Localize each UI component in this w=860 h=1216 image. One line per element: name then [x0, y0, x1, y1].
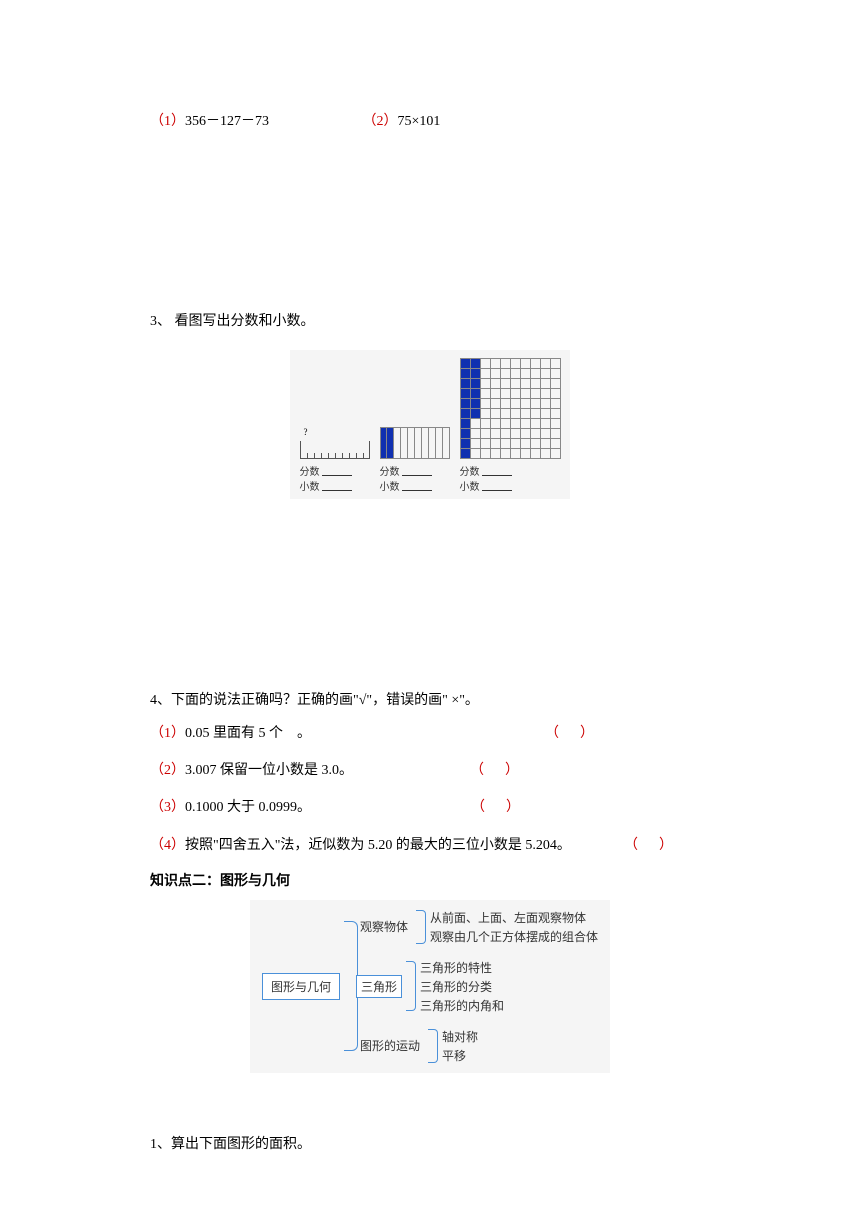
branch-observe: 观察物体 从前面、上面、左面观察物体 观察由几个正方体摆成的组合体 [348, 908, 598, 946]
q4-4-text: 按照"四舍五入"法，近似数为 5.20 的最大的三位小数是 5.204。 [185, 838, 571, 853]
hundreds-grid [460, 358, 561, 459]
leaf: 从前面、上面、左面观察物体 [430, 908, 598, 927]
branch-label: 三角形 [356, 975, 402, 998]
prob1-label: （1） [150, 114, 185, 129]
blank-line [482, 466, 512, 476]
q3-title: 3、 看图写出分数和小数。 [150, 310, 710, 330]
sub-bracket [428, 1029, 438, 1063]
blank-line [482, 481, 512, 491]
q4-item-3: （3）0.1000 大于 0.0999。 （ ） [150, 795, 710, 820]
heading-knowledge-2: 知识点二：图形与几何 [150, 870, 710, 890]
q4-title: 4、下面的说法正确吗？正确的画"√"，错误的画" ×"。 [150, 689, 710, 709]
q4-1-text-a: 0.05 里面有 5 个 [185, 726, 283, 741]
page-content: （1）356－127－73 （2）75×101 3、 看图写出分数和小数。 ? [0, 0, 860, 1153]
panel-labels: 分数 小数 [460, 463, 512, 493]
q4-2-label: （2） [150, 763, 185, 778]
answer-paren: （ ） [471, 795, 520, 820]
ruler-question-mark: ? [304, 427, 308, 437]
problem-2: （2）75×101 [363, 110, 441, 130]
ruler-graphic: ? [300, 427, 370, 459]
panel-labels: 分数 小数 [380, 463, 432, 493]
blank-line [402, 481, 432, 491]
q3-panel-ruler: ? [300, 399, 370, 493]
q3-panel-tenths: 分数 小数 [380, 399, 450, 493]
decimal-label: 小数 [460, 478, 480, 493]
prob2-expression: 75×101 [398, 114, 441, 129]
branch-label: 观察物体 [356, 916, 412, 937]
q3-image: ? [290, 350, 570, 499]
prob2-label: （2） [363, 114, 398, 129]
fraction-label: 分数 [380, 463, 400, 478]
q3-panel-hundreds: 分数 小数 [460, 358, 561, 493]
q4-3-label: （3） [150, 800, 185, 815]
tenths-grid [380, 427, 450, 459]
sub-bracket [416, 910, 426, 944]
fraction-label: 分数 [300, 463, 320, 478]
decimal-label: 小数 [380, 478, 400, 493]
q4-1-text-b: 。 [297, 726, 311, 741]
fraction-label: 分数 [460, 463, 480, 478]
concept-map: 图形与几何 观察物体 从前面、上面、左面观察物体 观察由几个正方体摆成的组合体 … [250, 900, 610, 1073]
branch-triangle: 三角形 三角形的特性 三角形的分类 三角形的内角和 [348, 958, 598, 1015]
blank-line [322, 481, 352, 491]
q4-2-text: 3.007 保留一位小数是 3.0。 [185, 763, 353, 778]
leaf: 三角形的内角和 [420, 996, 504, 1015]
leaf: 轴对称 [442, 1027, 478, 1046]
answer-paren: （ ） [624, 833, 673, 858]
answer-paren: （ ） [470, 758, 519, 783]
problem-1: （1）356－127－73 [150, 110, 269, 130]
q4-item-1: （1）0.05 里面有 5 个。 （ ） [150, 721, 710, 746]
concept-root-label: 图形与几何 [262, 973, 340, 1000]
answer-paren: （ ） [545, 721, 594, 746]
panel-labels: 分数 小数 [300, 463, 352, 493]
blank-line [402, 466, 432, 476]
branch-label: 图形的运动 [356, 1035, 424, 1056]
q4-1-label: （1） [150, 726, 185, 741]
q4: 4、下面的说法正确吗？正确的画"√"，错误的画" ×"。 （1）0.05 里面有… [150, 689, 710, 858]
q4-3-text: 0.1000 大于 0.0999。 [185, 800, 311, 815]
leaf: 三角形的分类 [420, 977, 504, 996]
sub-bracket [406, 961, 416, 1011]
q4-4-label: （4） [150, 838, 185, 853]
q-last: 1、算出下面图形的面积。 [150, 1133, 710, 1153]
leaf: 平移 [442, 1046, 478, 1065]
q4-item-4: （4）按照"四舍五入"法，近似数为 5.20 的最大的三位小数是 5.204。 … [150, 833, 710, 858]
leaf: 三角形的特性 [420, 958, 504, 977]
q3: 3、 看图写出分数和小数。 ? [150, 310, 710, 499]
prob1-expression: 356－127－73 [185, 114, 269, 129]
decimal-label: 小数 [300, 478, 320, 493]
leaf: 观察由几个正方体摆成的组合体 [430, 927, 598, 946]
problem-row: （1）356－127－73 （2）75×101 [150, 110, 710, 130]
q4-item-2: （2）3.007 保留一位小数是 3.0。 （ ） [150, 758, 710, 783]
branch-motion: 图形的运动 轴对称 平移 [348, 1027, 598, 1065]
blank-line [322, 466, 352, 476]
